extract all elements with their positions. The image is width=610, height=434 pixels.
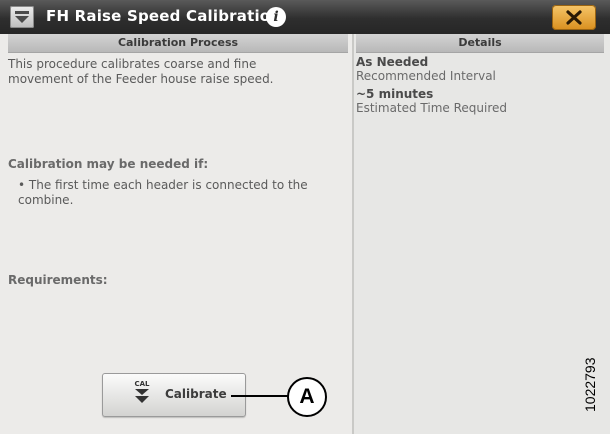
details-header: Details bbox=[356, 34, 604, 53]
callout-a: A bbox=[287, 377, 327, 417]
needed-if-heading: Calibration may be needed if: bbox=[8, 157, 209, 171]
needed-if-item: • The first time each header is connecte… bbox=[18, 178, 308, 207]
interval-value: As Needed bbox=[356, 55, 429, 69]
close-button[interactable] bbox=[552, 5, 596, 30]
callout-leader-line bbox=[231, 395, 288, 397]
window-title: FH Raise Speed Calibration bbox=[46, 7, 282, 25]
figure-number-text: 1022793 bbox=[582, 357, 598, 412]
requirements-heading: Requirements: bbox=[8, 273, 108, 287]
close-icon bbox=[566, 10, 582, 25]
arrow-down-icon bbox=[135, 389, 149, 403]
time-value: ~5 minutes bbox=[356, 87, 434, 101]
interval-label: Recommended Interval bbox=[356, 69, 496, 83]
details-panel: Details As Needed Recommended Interval ~… bbox=[354, 34, 610, 434]
title-dropdown-button[interactable] bbox=[10, 6, 34, 28]
title-bar: FH Raise Speed Calibration i bbox=[0, 0, 610, 34]
calibrate-button[interactable]: CAL Calibrate bbox=[102, 373, 246, 417]
calibration-screen: FH Raise Speed Calibration i Calibration… bbox=[0, 0, 610, 434]
time-label: Estimated Time Required bbox=[356, 101, 508, 115]
calibrate-icon-text: CAL bbox=[134, 380, 150, 388]
chevron-down-icon bbox=[15, 11, 29, 23]
info-icon[interactable]: i bbox=[266, 7, 286, 27]
calibrate-icon: CAL bbox=[131, 380, 153, 406]
calibrate-label: Calibrate bbox=[165, 387, 227, 401]
calibration-process-header: Calibration Process bbox=[8, 34, 348, 53]
process-description: This procedure calibrates coarse and fin… bbox=[8, 57, 274, 86]
